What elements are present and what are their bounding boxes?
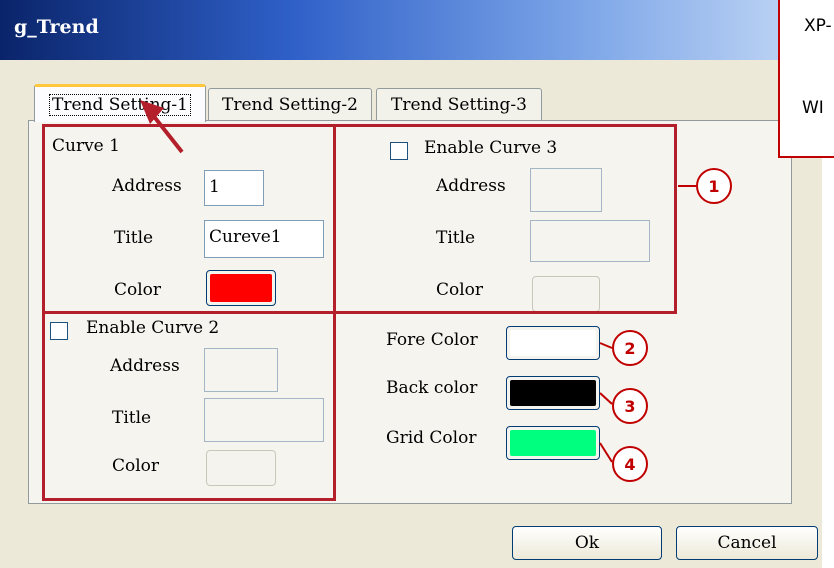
panel-content: Curve 1 Address 1 Title Cureve1 Color En… <box>0 0 822 568</box>
curve2-address-input <box>204 348 278 392</box>
curve2-color-button <box>206 450 276 486</box>
enable-curve2-label: Enable Curve 2 <box>86 318 220 338</box>
curve3-address-label: Address <box>436 176 506 196</box>
curve3-title-input <box>530 220 650 262</box>
curve3-address-input <box>530 168 602 212</box>
enable-curve2-checkbox[interactable] <box>50 322 68 340</box>
curve1-address-input[interactable]: 1 <box>204 170 264 206</box>
curve2-color-label: Color <box>112 456 160 476</box>
callout-4: 4 <box>612 446 648 482</box>
callout-3: 3 <box>612 388 648 424</box>
curve1-title-input[interactable]: Cureve1 <box>204 220 324 258</box>
callout-1: 1 <box>696 168 732 204</box>
back-color-label: Back color <box>386 378 478 398</box>
enable-curve3-checkbox[interactable] <box>390 142 408 160</box>
curve1-color-swatch <box>210 274 272 302</box>
annotation-note: XP- WI <box>778 0 834 158</box>
curve2-title-label: Title <box>112 408 152 428</box>
curve1-address-label: Address <box>112 176 182 196</box>
curve2-title-input <box>204 398 324 442</box>
curve1-color-label: Color <box>114 280 162 300</box>
curve3-title-label: Title <box>436 228 476 248</box>
curve1-title-label: Title <box>114 228 154 248</box>
enable-curve3-label: Enable Curve 3 <box>424 138 558 158</box>
callout-2: 2 <box>612 330 648 366</box>
back-color-button[interactable] <box>506 376 600 410</box>
grid-color-label: Grid Color <box>386 428 477 448</box>
grid-color-button[interactable] <box>506 426 600 460</box>
note-line-1: XP- <box>804 16 832 36</box>
fore-color-label: Fore Color <box>386 330 478 350</box>
curve1-color-button[interactable] <box>206 270 276 306</box>
fore-color-button[interactable] <box>506 326 600 360</box>
curve3-color-label: Color <box>436 280 484 300</box>
curve3-color-button <box>532 276 600 312</box>
fore-color-swatch <box>510 330 596 356</box>
curve1-heading: Curve 1 <box>52 136 120 156</box>
note-line-2: WI <box>802 98 824 118</box>
grid-color-swatch <box>510 430 596 456</box>
back-color-swatch <box>510 380 596 406</box>
curve2-address-label: Address <box>110 356 180 376</box>
